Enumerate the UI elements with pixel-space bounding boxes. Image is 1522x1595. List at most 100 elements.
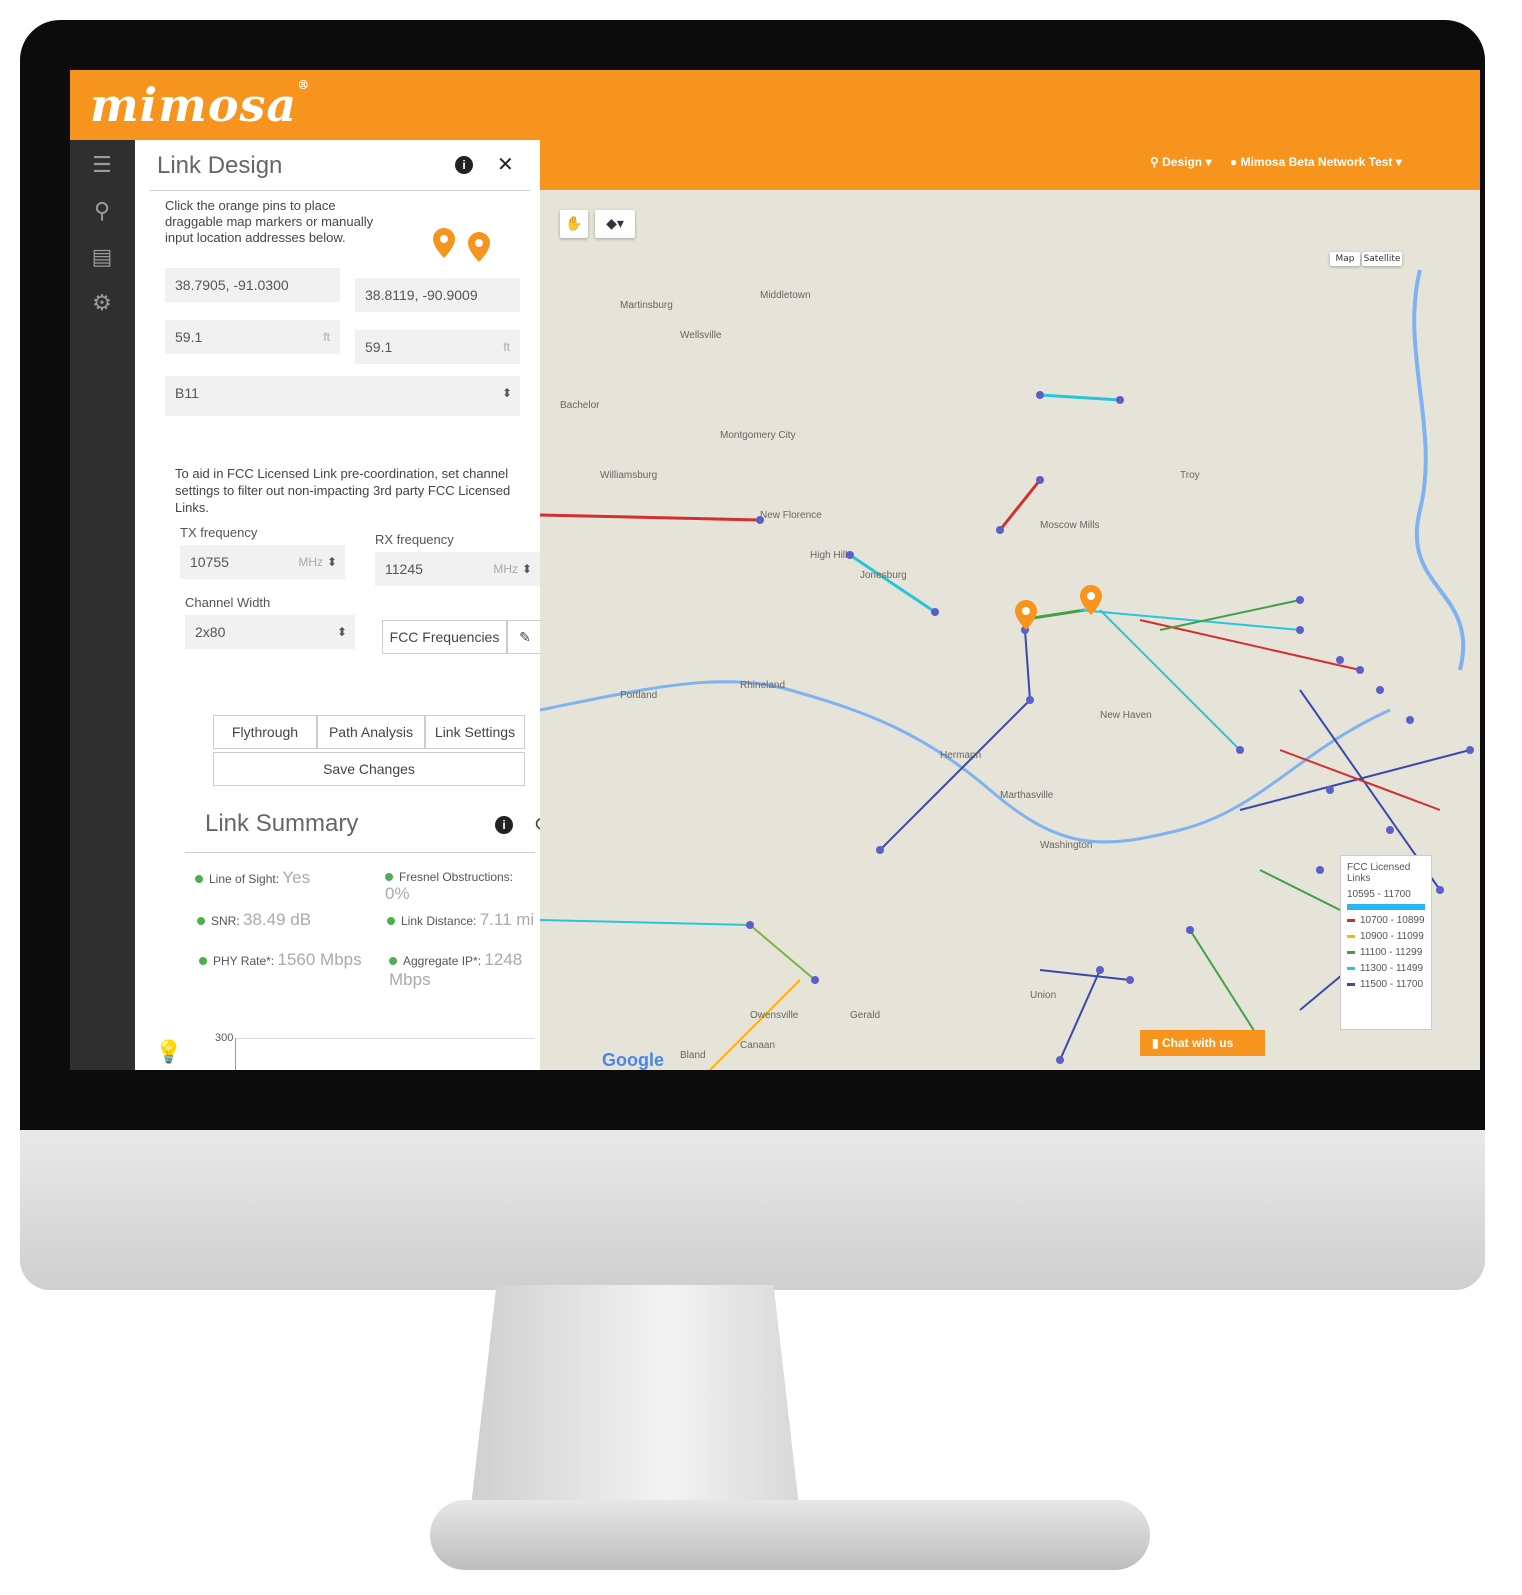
link-design-panel: Link Design i ✕ Click the orange pins to… — [135, 140, 552, 1070]
network-menu[interactable]: ● Mimosa Beta Network Test ▾ — [1230, 155, 1402, 169]
fcc-link-line — [1039, 393, 1121, 402]
fcc-link-line — [1059, 969, 1101, 1061]
fresnel-stat: Fresnel Obstructions: 0% — [385, 870, 514, 903]
place-label: New Haven — [1100, 710, 1152, 721]
fcc-link-line — [1239, 749, 1471, 811]
place-label: Portland — [620, 690, 658, 701]
legend-range: 10595 - 11700 — [1347, 889, 1411, 900]
place-label: Marthasville — [1000, 790, 1054, 801]
rx-frequency-label: RX frequency — [375, 532, 454, 547]
place-label: Montgomery City — [720, 430, 796, 441]
site-a-marker[interactable] — [1015, 600, 1037, 630]
chart-gridline — [235, 1038, 535, 1039]
hand-tool-icon[interactable]: ✋ — [560, 210, 588, 238]
legend-row: 11100 - 11299 — [1347, 947, 1425, 958]
layers-dropdown-icon[interactable]: ◆▾ — [595, 210, 635, 238]
fcc-link-line — [1024, 629, 1031, 701]
location-b-input[interactable]: 38.8119, -90.9009 — [355, 278, 520, 312]
google-logo: Google — [602, 1050, 664, 1070]
tx-frequency-label: TX frequency — [180, 525, 258, 540]
chat-with-us-button[interactable]: ▮ Chat with us — [1140, 1030, 1265, 1056]
gear-icon[interactable]: ⚙ — [88, 290, 116, 318]
chart-axis — [235, 1038, 236, 1070]
height-a-input[interactable]: 59.1 ft — [165, 320, 340, 354]
summary-divider — [185, 852, 535, 853]
chart-axis-label: 300 — [215, 1032, 234, 1044]
app-screen: mimosa® ☰ ⚲ ▤ ⚙ Link Design i ✕ Click th… — [70, 70, 1480, 1070]
monitor-base — [430, 1500, 1150, 1570]
place-label: Williamsburg — [600, 470, 658, 481]
fcc-legend: FCC Licensed Links 10595 - 11700 10700 -… — [1340, 855, 1432, 1030]
place-label: Bland — [680, 1050, 706, 1061]
list-icon[interactable]: ☰ — [88, 152, 116, 180]
top-bar: mimosa® — [70, 70, 1480, 140]
channel-width-select[interactable]: 2x80 ⬍ — [185, 615, 355, 649]
fcc-link-line — [1159, 599, 1301, 631]
pin-instructions: Click the orange pins to place draggable… — [165, 198, 374, 245]
map-top-nav: ⚲ Design ▾ ● Mimosa Beta Network Test ▾ — [540, 140, 1480, 190]
fcc-coordination-note: To aid in FCC Licensed Link pre-coordina… — [175, 466, 511, 515]
place-label: High Hill — [810, 550, 848, 561]
tab-link-settings[interactable]: Link Settings — [425, 715, 525, 749]
save-changes-button[interactable]: Save Changes — [213, 752, 525, 786]
tab-flythrough[interactable]: Flythrough — [213, 715, 317, 749]
map-canvas[interactable]: ✋ ◆▾ Map Satellite Martinsburg Wellsvill… — [540, 190, 1480, 1070]
line-of-sight-stat: Line of Sight: Yes — [195, 868, 310, 888]
snr-stat: SNR: 38.49 dB — [197, 910, 311, 930]
river-path-north — [1412, 269, 1466, 671]
fcc-link-line — [849, 553, 936, 614]
place-label: Union — [1030, 990, 1057, 1001]
brand-logo[interactable]: mimosa® — [90, 78, 310, 132]
place-label: Gerald — [850, 1010, 881, 1021]
aggregate-ip-stat: Aggregate IP*: 1248 Mbps — [389, 950, 523, 989]
legend-row: 10900 - 11099 — [1347, 931, 1425, 942]
link-design-title: Link Design — [157, 152, 283, 179]
fcc-link-line — [1189, 929, 1261, 1041]
layers-icon[interactable]: ▤ — [88, 244, 116, 272]
fcc-link-line — [1039, 969, 1131, 981]
place-label: Owensville — [750, 1010, 799, 1021]
tab-path-analysis[interactable]: Path Analysis — [317, 715, 425, 749]
pin-a-icon[interactable] — [433, 228, 455, 258]
place-label: Bachelor — [560, 400, 600, 411]
site-b-marker[interactable] — [1080, 585, 1102, 615]
location-a-input[interactable]: 38.7905, -91.0300 — [165, 268, 340, 302]
fcc-frequencies-button[interactable]: FCC Frequencies — [382, 620, 507, 654]
place-label: Hermann — [940, 750, 982, 761]
link-distance-stat: Link Distance: 7.11 mi — [387, 910, 534, 930]
info-icon[interactable]: i — [455, 156, 473, 174]
imac-device: mimosa® ☰ ⚲ ▤ ⚙ Link Design i ✕ Click th… — [0, 0, 1522, 1595]
legend-title: FCC Licensed Links — [1347, 862, 1411, 884]
pin-b-icon[interactable] — [468, 232, 490, 262]
rx-frequency-input[interactable]: 11245 MHz ⬍ — [375, 552, 540, 586]
place-label: Moscow Mills — [1040, 520, 1100, 531]
tx-frequency-input[interactable]: 10755 MHz ⬍ — [180, 545, 345, 579]
river-path — [540, 680, 1391, 844]
fcc-link-line — [998, 479, 1042, 531]
chat-icon: ▮ — [1152, 1036, 1159, 1050]
location-pins-icon[interactable]: ⚲ — [88, 198, 116, 226]
left-icon-rail: ☰ ⚲ ▤ ⚙ — [70, 140, 135, 1070]
place-label: Martinsburg — [620, 300, 673, 311]
radio-model-select[interactable]: B11 ⬍ — [165, 376, 520, 416]
place-label: Jonesburg — [860, 570, 907, 581]
place-label: Washington — [1040, 840, 1093, 851]
legend-row: 10700 - 10899 — [1347, 915, 1425, 926]
legend-range-bar — [1347, 904, 1425, 910]
monitor-chin — [20, 1130, 1485, 1290]
map-type-satellite[interactable]: Satellite — [1362, 252, 1402, 266]
fcc-link-line — [879, 699, 1031, 851]
close-icon[interactable]: ✕ — [497, 152, 514, 176]
place-label: Canaan — [740, 1040, 776, 1051]
map-type-map[interactable]: Map — [1330, 252, 1360, 266]
place-label: Rhineland — [740, 680, 786, 691]
place-label: New Florence — [760, 510, 822, 521]
summary-info-icon[interactable]: i — [495, 816, 513, 834]
map-filter-icon[interactable]: ✎ — [507, 620, 543, 654]
channel-width-label: Channel Width — [185, 595, 271, 610]
design-menu[interactable]: ⚲ Design ▾ — [1150, 155, 1212, 169]
lightbulb-icon[interactable]: 💡 — [155, 1040, 182, 1065]
height-b-input[interactable]: 59.1 ft — [355, 330, 520, 364]
place-label: Wellsville — [680, 330, 722, 341]
monitor-stand — [470, 1285, 800, 1515]
